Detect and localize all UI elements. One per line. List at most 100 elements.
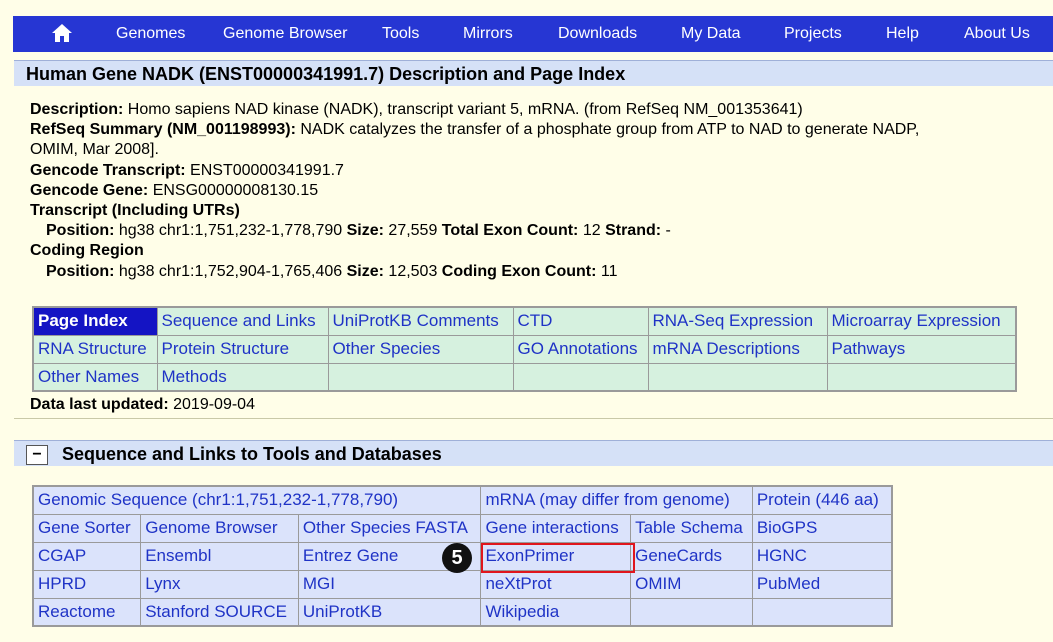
c-size-value: 12,503 [383, 262, 442, 280]
nav-downloads[interactable]: Downloads [558, 25, 637, 43]
transcript-label: Transcript (Including UTRs) [30, 202, 240, 220]
link-protein[interactable]: Protein (446 aa) [751, 485, 893, 515]
link-uniprotkb-comments[interactable]: UniProtKB Comments [327, 306, 514, 336]
refseq-summary-continued: OMIM, Mar 2008]. [30, 141, 159, 159]
link-other-species-fasta[interactable]: Other Species FASTA [297, 513, 482, 543]
link-rna-seq-expression[interactable]: RNA-Seq Expression [647, 306, 828, 336]
nav-projects[interactable]: Projects [784, 25, 842, 43]
link-protein-structure[interactable]: Protein Structure [156, 334, 329, 364]
refseq-label: RefSeq Summary (NM_001198993): [30, 121, 296, 139]
empty-cell [751, 597, 893, 627]
t-position-label: Position: [46, 222, 115, 240]
coding-position-line: Position: hg38 chr1:1,752,904-1,765,406 … [30, 262, 1053, 282]
page-index-cell[interactable]: Page Index [32, 306, 158, 336]
nav-tools[interactable]: Tools [382, 25, 419, 43]
nav-genome-browser[interactable]: Genome Browser [223, 25, 348, 43]
nav-about-us[interactable]: About Us [964, 25, 1030, 43]
t-exon-value: 12 [578, 222, 606, 240]
c-position-label: Position: [46, 262, 115, 280]
t-exon-label: Total Exon Count: [441, 222, 579, 240]
section-title-sequence-links: − Sequence and Links to Tools and Databa… [14, 440, 1053, 466]
empty-cell [512, 362, 649, 392]
link-wikipedia[interactable]: Wikipedia [480, 597, 632, 627]
home-icon[interactable] [51, 23, 73, 43]
link-genome-browser[interactable]: Genome Browser [140, 513, 299, 543]
link-pathways[interactable]: Pathways [826, 334, 1017, 364]
nav-help[interactable]: Help [886, 25, 919, 43]
c-exon-value: 11 [596, 262, 618, 280]
link-microarray-expression[interactable]: Microarray Expression [826, 306, 1017, 336]
links-row: HPRD Lynx MGI neXtProt OMIM PubMed [32, 569, 893, 599]
link-stanford-source[interactable]: Stanford SOURCE [140, 597, 299, 627]
section-title: Sequence and Links to Tools and Database… [62, 444, 442, 464]
link-go-annotations[interactable]: GO Annotations [512, 334, 649, 364]
link-table-schema[interactable]: Table Schema [630, 513, 753, 543]
link-methods[interactable]: Methods [156, 362, 329, 392]
link-hgnc[interactable]: HGNC [751, 541, 893, 571]
gencode-gene-value: ENSG00000008130.15 [148, 181, 319, 199]
link-uniprotkb[interactable]: UniProtKB [297, 597, 482, 627]
link-cgap[interactable]: CGAP [32, 541, 142, 571]
link-sequence-and-links[interactable]: Sequence and Links [156, 306, 329, 336]
t-strand-value: - [661, 222, 671, 240]
coding-label: Coding Region [30, 242, 144, 260]
empty-cell [327, 362, 514, 392]
c-position-value: hg38 chr1:1,752,904-1,765,406 [114, 262, 347, 280]
links-row: Gene Sorter Genome Browser Other Species… [32, 513, 893, 543]
section-title-description: Human Gene NADK (ENST00000341991.7) Desc… [14, 60, 1053, 86]
transcript-heading: Transcript (Including UTRs) [30, 201, 1053, 221]
gene-description: Description: Homo sapiens NAD kinase (NA… [30, 100, 1053, 282]
description-line: Description: Homo sapiens NAD kinase (NA… [30, 100, 1053, 120]
link-gene-interactions[interactable]: Gene interactions [480, 513, 632, 543]
t-size-label: Size: [346, 222, 384, 240]
c-exon-label: Coding Exon Count: [441, 262, 597, 280]
link-genecards[interactable]: GeneCards [630, 541, 753, 571]
page-index-row: RNA Structure Protein Structure Other Sp… [32, 334, 1017, 364]
link-other-species[interactable]: Other Species [327, 334, 514, 364]
transcript-position-line: Position: hg38 chr1:1,751,232-1,778,790 … [30, 221, 1053, 241]
updated-label: Data last updated: [30, 396, 169, 413]
link-ensembl[interactable]: Ensembl [140, 541, 299, 571]
nav-mirrors[interactable]: Mirrors [463, 25, 513, 43]
link-ctd[interactable]: CTD [512, 306, 649, 336]
link-reactome[interactable]: Reactome [32, 597, 142, 627]
page-index-table: Page Index Sequence and Links UniProtKB … [32, 306, 1017, 392]
empty-cell [630, 597, 753, 627]
collapse-toggle-button[interactable]: − [26, 445, 48, 465]
link-mgi[interactable]: MGI [297, 569, 482, 599]
top-navbar: Genomes Genome Browser Tools Mirrors Dow… [13, 16, 1053, 52]
refseq-summary-line: RefSeq Summary (NM_001198993): NADK cata… [30, 120, 1053, 140]
nav-my-data[interactable]: My Data [681, 25, 741, 43]
link-hprd[interactable]: HPRD [32, 569, 142, 599]
link-biogps[interactable]: BioGPS [751, 513, 893, 543]
gencode-transcript-value: ENST00000341991.7 [185, 161, 344, 179]
gencode-transcript-line: Gencode Transcript: ENST00000341991.7 [30, 161, 1053, 181]
gencode-gene-label: Gencode Gene: [30, 181, 149, 199]
nav-genomes[interactable]: Genomes [116, 25, 185, 43]
link-gene-sorter[interactable]: Gene Sorter [32, 513, 142, 543]
links-row: Genomic Sequence (chr1:1,751,232-1,778,7… [32, 485, 893, 515]
link-rna-structure[interactable]: RNA Structure [32, 334, 158, 364]
empty-cell [647, 362, 828, 392]
link-genomic-sequence[interactable]: Genomic Sequence (chr1:1,751,232-1,778,7… [32, 485, 482, 515]
section-divider [14, 418, 1053, 419]
t-position-value: hg38 chr1:1,751,232-1,778,790 [114, 222, 347, 240]
page-index-row: Other Names Methods [32, 362, 1017, 392]
link-nextprot[interactable]: neXtProt [480, 569, 632, 599]
data-last-updated: Data last updated: 2019-09-04 [30, 396, 255, 414]
t-strand-label: Strand: [605, 222, 662, 240]
links-row: Reactome Stanford SOURCE UniProtKB Wikip… [32, 597, 893, 627]
link-pubmed[interactable]: PubMed [751, 569, 893, 599]
link-lynx[interactable]: Lynx [140, 569, 299, 599]
link-mrna-descriptions[interactable]: mRNA Descriptions [647, 334, 828, 364]
link-mrna[interactable]: mRNA (may differ from genome) [480, 485, 753, 515]
link-exonprimer[interactable]: ExonPrimer [480, 541, 632, 571]
empty-cell [826, 362, 1017, 392]
page-title: Human Gene NADK (ENST00000341991.7) Desc… [26, 64, 626, 84]
link-other-names[interactable]: Other Names [32, 362, 158, 392]
description-label: Description: [30, 101, 124, 118]
refseq-value: NADK catalyzes the transfer of a phospha… [295, 121, 920, 139]
c-size-label: Size: [346, 262, 384, 280]
updated-value: 2019-09-04 [168, 396, 255, 413]
link-omim[interactable]: OMIM [630, 569, 753, 599]
